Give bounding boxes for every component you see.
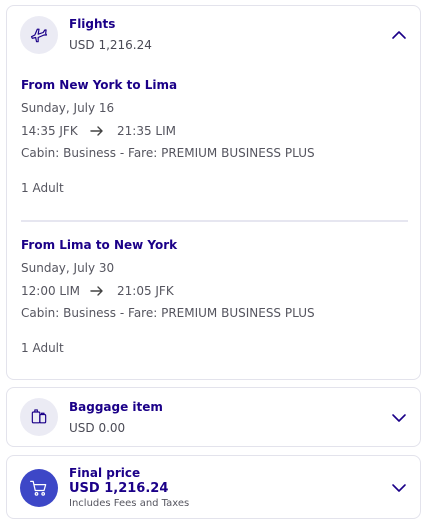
segment-cabin: Cabin: Business - Fare: PREMIUM BUSINESS… [21,146,315,160]
segment-divider [21,220,408,222]
chevron-down-icon[interactable] [390,479,408,497]
segment-arrival: 21:05 JFK [117,284,174,298]
baggage-card[interactable]: Baggage item USD 0.00 [6,387,421,447]
baggage-price: USD 0.00 [69,421,126,435]
segment-passengers: 1 Adult [21,181,64,195]
chevron-up-icon[interactable] [390,26,408,44]
segment-cabin: Cabin: Business - Fare: PREMIUM BUSINESS… [21,306,315,320]
segment-arrival: 21:35 LIM [117,124,176,138]
segment-departure: 12:00 LIM [21,284,80,298]
segment-passengers: 1 Adult [21,341,64,355]
airplane-icon [20,16,58,54]
cart-icon [20,469,58,507]
segment-date: Sunday, July 16 [21,101,115,115]
segment-date: Sunday, July 30 [21,261,115,275]
final-title: Final price [69,466,141,480]
segment-departure: 14:35 JFK [21,124,78,138]
final-price-card[interactable]: Final price USD 1,216.24 Includes Fees a… [6,455,421,519]
final-price-note: Includes Fees and Taxes [69,498,190,509]
flights-title: Flights [69,17,116,31]
baggage-title: Baggage item [69,400,163,414]
segment-route: From New York to Lima [21,78,178,92]
segment-route: From Lima to New York [21,238,178,252]
arrow-right-icon [90,284,104,301]
chevron-down-icon[interactable] [390,409,408,427]
flights-card: Flights USD 1,216.24 From New York to Li… [6,5,421,380]
flights-price: USD 1,216.24 [69,38,152,52]
final-price-value: USD 1,216.24 [69,481,169,496]
arrow-right-icon [90,124,104,141]
luggage-icon [20,398,58,436]
